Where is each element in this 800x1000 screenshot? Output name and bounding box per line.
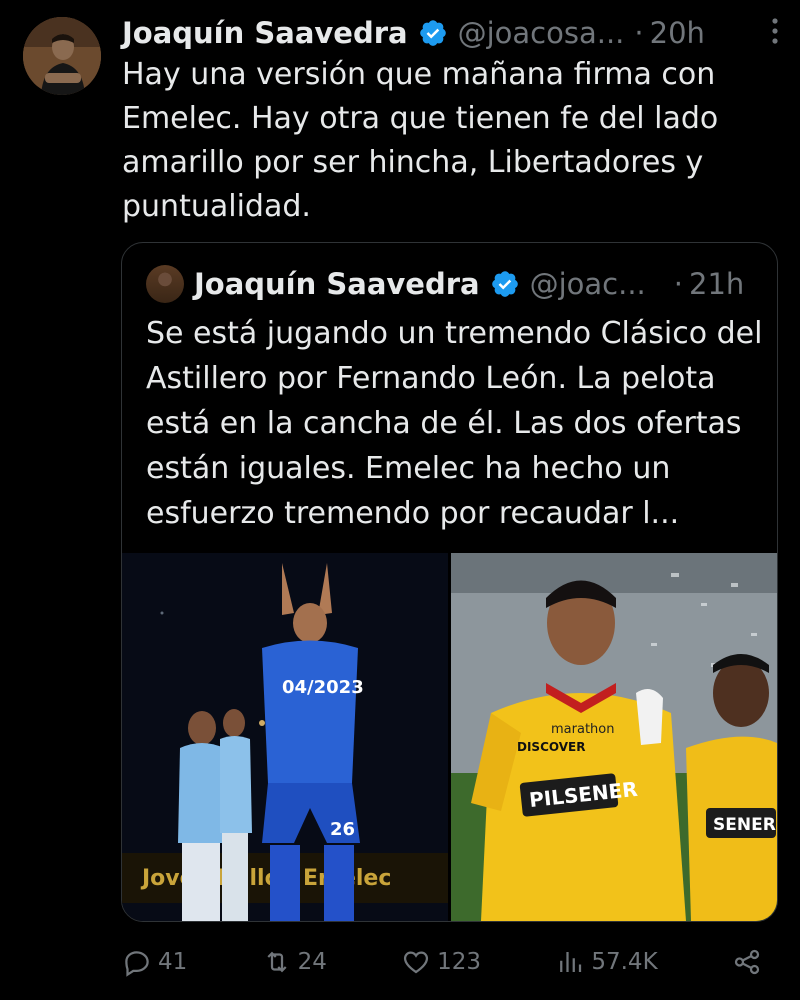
avatar-photo <box>23 17 101 95</box>
ellipsis-vertical-icon[interactable] <box>770 16 780 53</box>
repost-count: 24 <box>297 949 327 975</box>
tweet-timestamp[interactable]: 20h <box>650 16 705 50</box>
quoted-author-avatar <box>146 265 184 303</box>
photo-player-blue: Joven Ballon Emelec 04/2023 26 <box>122 553 448 921</box>
quoted-tweet-media: Joven Ballon Emelec 04/2023 26 marathon … <box>122 553 777 921</box>
tweet-text: Hay una versión que mañana firma con Eme… <box>122 57 719 224</box>
view-count: 57.4K <box>591 949 658 975</box>
reply-count: 41 <box>158 949 188 975</box>
tweet-header: Joaquín Saavedra @joacosa... · 20h <box>122 12 780 54</box>
tweet-action-bar: 41 24 123 57.4K <box>122 940 762 984</box>
quoted-tweet-timestamp: 21h <box>689 267 745 301</box>
separator-dot: · <box>634 16 644 50</box>
quoted-tweet-card[interactable]: Joaquín Saavedra @joac... · 21h Se está … <box>121 242 778 922</box>
verified-badge-icon <box>419 20 446 46</box>
photo-player-yellow: marathon DISCOVER PILSENER SENER <box>451 553 777 921</box>
analytics-bar-icon <box>560 952 582 972</box>
views-button[interactable]: 57.4K <box>555 947 658 977</box>
media-image-barcelona-player[interactable]: marathon DISCOVER PILSENER SENER <box>451 553 777 921</box>
author-name[interactable]: Joaquín Saavedra <box>122 16 408 50</box>
sponsor-mid: DISCOVER <box>517 740 585 754</box>
repost-button[interactable]: 24 <box>262 947 327 977</box>
media-image-emelec-player[interactable]: Joven Ballon Emelec 04/2023 26 <box>122 553 448 921</box>
heart-icon <box>404 951 429 974</box>
quoted-author-handle: @joac... <box>529 267 646 301</box>
share-icon <box>734 949 760 975</box>
verified-badge-icon <box>491 271 518 297</box>
jersey-number: 26 <box>330 819 355 840</box>
author-avatar[interactable] <box>23 17 101 95</box>
quoted-tweet-text: Se está jugando un tremendo Clásico del … <box>146 316 763 531</box>
reply-button[interactable]: 41 <box>122 947 187 977</box>
repost-icon <box>267 951 287 973</box>
share-button[interactable] <box>732 947 762 977</box>
jersey-text: 04/2023 <box>282 677 364 698</box>
quoted-tweet-header: Joaquín Saavedra @joac... · 21h <box>146 263 757 305</box>
like-button[interactable]: 123 <box>401 947 481 977</box>
sponsor-top: marathon <box>551 722 614 737</box>
sponsor-side: SENER <box>713 815 776 835</box>
author-handle[interactable]: @joacosa... <box>458 16 625 50</box>
reply-icon <box>125 951 149 977</box>
separator-dot: · <box>673 267 683 301</box>
like-count: 123 <box>437 949 482 975</box>
quoted-author-name: Joaquín Saavedra <box>194 267 480 301</box>
